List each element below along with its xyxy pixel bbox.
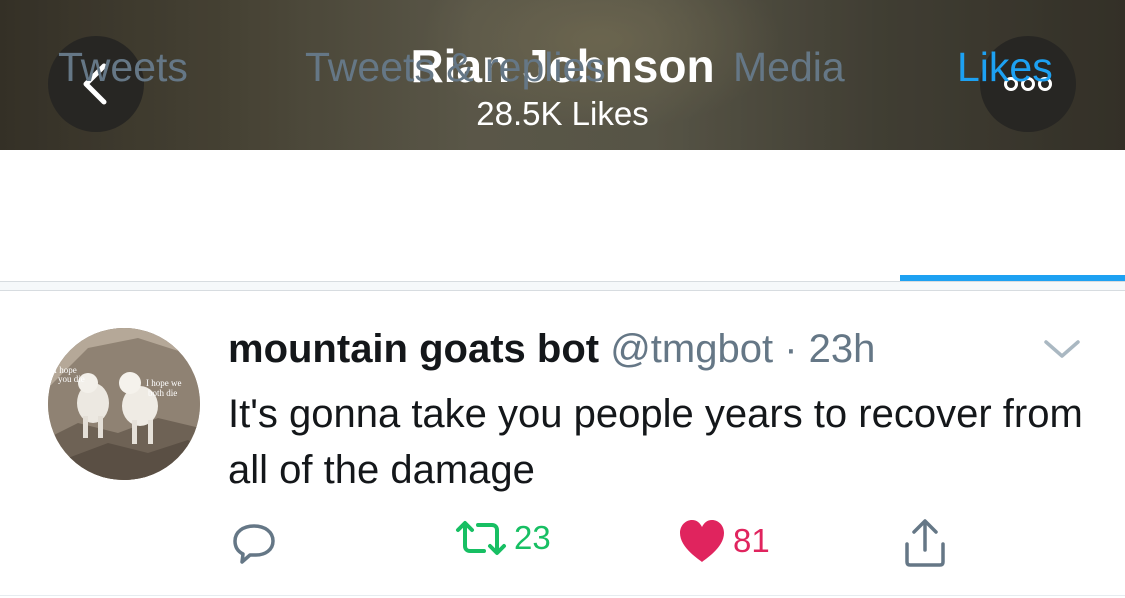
reply-icon — [233, 524, 275, 564]
chevron-down-icon[interactable] — [1042, 335, 1082, 363]
divider — [0, 290, 1125, 291]
profile-tabs — [0, 150, 1125, 284]
avatar-caption-right: I hope we — [146, 378, 182, 388]
retweet-icon — [456, 521, 506, 555]
tab-tweets-replies[interactable]: Tweets & replies — [305, 43, 606, 91]
share-button[interactable] — [902, 518, 948, 568]
share-icon — [905, 519, 945, 567]
like-button[interactable]: 81 — [677, 518, 770, 564]
tweet-text: It's gonna take you people years to reco… — [228, 392, 1083, 492]
tab-media[interactable]: Media — [733, 43, 845, 91]
avatar-caption-right: both die — [148, 388, 177, 398]
tab-tweets[interactable]: Tweets — [58, 43, 188, 91]
author-name[interactable]: mountain goats bot — [228, 327, 599, 371]
avatar[interactable]: I hope you die I hope we both die — [48, 328, 200, 480]
section-gap — [0, 282, 1125, 290]
meta-separator: · — [784, 327, 798, 371]
author-handle[interactable]: @tmgbot — [610, 327, 773, 371]
like-count: 81 — [733, 522, 770, 559]
avatar-photo: I hope you die I hope we both die — [48, 328, 200, 480]
retweet-count: 23 — [514, 519, 551, 556]
avatar-caption-left: you die — [58, 374, 85, 384]
reply-button[interactable] — [230, 518, 278, 566]
retweet-button[interactable]: 23 — [454, 518, 551, 558]
tweet-time: 23h — [808, 327, 876, 371]
tweet-header: mountain goats bot @tmgbot · 23h — [228, 326, 875, 372]
page-subtitle: 28.5K Likes — [476, 95, 649, 132]
tab-likes[interactable]: Likes — [957, 43, 1053, 91]
heart-icon — [680, 520, 724, 562]
divider — [0, 595, 1125, 596]
